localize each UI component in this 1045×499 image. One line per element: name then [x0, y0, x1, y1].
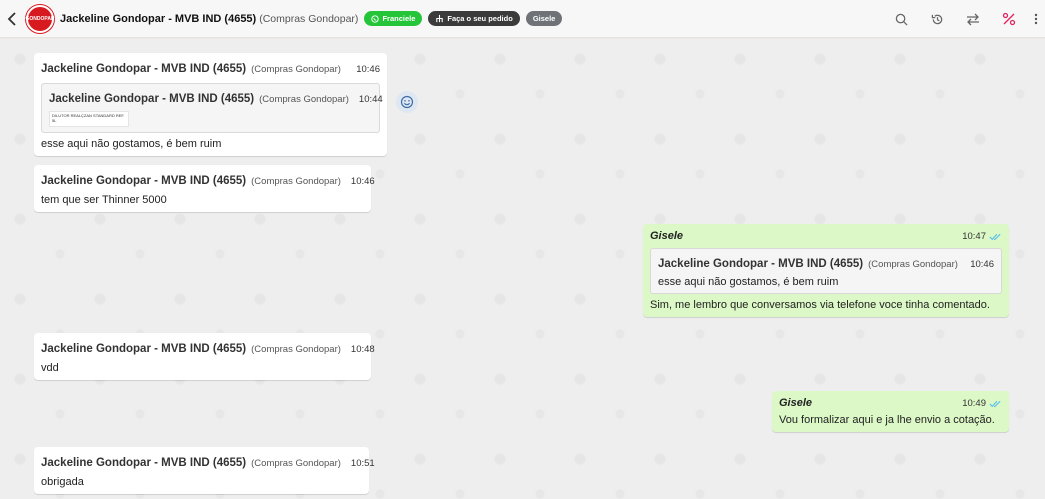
message-sender: Gisele — [650, 230, 684, 242]
message-group: (Compras Gondopar) — [251, 176, 341, 187]
message-sender: Gisele — [779, 397, 813, 409]
quote-sender: Jackeline Gondopar - MVB IND (4655) — [658, 258, 864, 270]
contact-group: (Compras Gondopar) — [259, 12, 359, 25]
double-check-icon — [989, 233, 1001, 240]
message-incoming[interactable]: Jackeline Gondopar - MVB IND (4655) (Comp… — [34, 447, 375, 494]
message-time: 10:49 — [962, 398, 986, 409]
quote-group: (Compras Gondopar) — [868, 259, 958, 270]
message-sender: Jackeline Gondopar - MVB IND (4655) — [41, 175, 247, 187]
message-sender: Jackeline Gondopar - MVB IND (4655) — [41, 343, 247, 355]
quote-sender: Jackeline Gondopar - MVB IND (4655) — [49, 93, 255, 105]
tag-faca-o-seu-pedido[interactable]: Faça o seu pedido — [428, 11, 520, 26]
chat-header: GONDOPAR Jackeline Gondopar - MVB IND (4… — [0, 0, 1045, 38]
quote-group: (Compras Gondopar) — [259, 94, 349, 105]
quoted-message[interactable]: Jackeline Gondopar - MVB IND (4655) (Comp… — [650, 248, 1002, 294]
quote-text: esse aqui não gostamos, é bem ruim — [658, 276, 839, 288]
quote-time: 10:46 — [970, 259, 994, 270]
message-time: 10:51 — [350, 458, 375, 469]
avatar-logo-text: GONDOPAR — [25, 15, 55, 22]
search-icon — [895, 13, 908, 26]
message-sender: Jackeline Gondopar - MVB IND (4655) — [41, 63, 247, 75]
message-outgoing[interactable]: Gisele 10:49 Vou formalizar aqui e ja lh… — [772, 391, 1009, 432]
smiley-icon — [400, 95, 414, 109]
tag-label: Franciele — [382, 14, 416, 23]
message-incoming[interactable]: Jackeline Gondopar - MVB IND (4655) (Comp… — [34, 165, 375, 212]
double-check-icon — [989, 400, 1001, 407]
header-actions — [883, 0, 1045, 38]
history-button[interactable] — [919, 0, 955, 38]
message-group: (Compras Gondopar) — [251, 458, 341, 469]
tag-label: Faça o seu pedido — [447, 14, 513, 23]
avatar[interactable]: GONDOPAR — [25, 4, 55, 33]
message-text: esse aqui não gostamos, é bem ruim — [41, 138, 222, 150]
message-text: vdd — [41, 362, 59, 374]
message-group: (Compras Gondopar) — [251, 64, 341, 75]
quoted-message[interactable]: Jackeline Gondopar - MVB IND (4655) (Comp… — [41, 83, 383, 133]
chat-title[interactable]: Jackeline Gondopar - MVB IND (4655) (Comp… — [60, 13, 358, 25]
message-time: 10:47 — [962, 231, 986, 242]
whatsapp-icon — [371, 14, 380, 23]
message-group: (Compras Gondopar) — [251, 344, 341, 355]
tag-franciele[interactable]: Franciele — [364, 11, 423, 26]
history-icon — [931, 14, 942, 24]
more-button[interactable] — [1027, 0, 1045, 38]
tag-gisele[interactable]: Gisele — [525, 11, 563, 26]
message-time: 10:46 — [350, 176, 375, 187]
message-sender: Jackeline Gondopar - MVB IND (4655) — [41, 457, 247, 469]
more-icon — [1034, 13, 1038, 25]
message-incoming[interactable]: Jackeline Gondopar - MVB IND (4655) (Comp… — [34, 53, 387, 156]
message-time: 10:46 — [356, 64, 380, 75]
finish-button[interactable] — [991, 0, 1027, 38]
chevron-left-icon — [7, 11, 16, 26]
quoted-image-text: DILUTOR REALÇZAN STANDARD REF. 5L — [52, 113, 125, 123]
flow-icon — [436, 14, 444, 23]
message-text: tem que ser Thinner 5000 — [41, 194, 167, 206]
tag-label: Gisele — [532, 14, 556, 23]
message-outgoing[interactable]: Gisele 10:47 Jackeline Gondopar - MVB IN… — [643, 224, 1009, 317]
search-button[interactable] — [883, 0, 919, 38]
back-button[interactable] — [2, 11, 22, 26]
quoted-image-thumbnail[interactable]: DILUTOR REALÇZAN STANDARD REF. 5L — [49, 111, 129, 127]
reaction-button[interactable] — [396, 91, 418, 113]
message-text: obrigada — [41, 476, 84, 488]
message-time: 10:48 — [350, 344, 375, 355]
transfer-icon — [967, 13, 979, 25]
transfer-button[interactable] — [955, 0, 991, 38]
message-incoming[interactable]: Jackeline Gondopar - MVB IND (4655) (Comp… — [34, 333, 375, 380]
message-text: Sim, me lembro que conversamos via telef… — [650, 299, 990, 311]
percent-icon — [1002, 12, 1016, 26]
quote-time: 10:44 — [358, 94, 383, 105]
message-text: Vou formalizar aqui e ja lhe envio a cot… — [779, 414, 995, 426]
contact-name: Jackeline Gondopar - MVB IND (4655) — [60, 12, 257, 25]
